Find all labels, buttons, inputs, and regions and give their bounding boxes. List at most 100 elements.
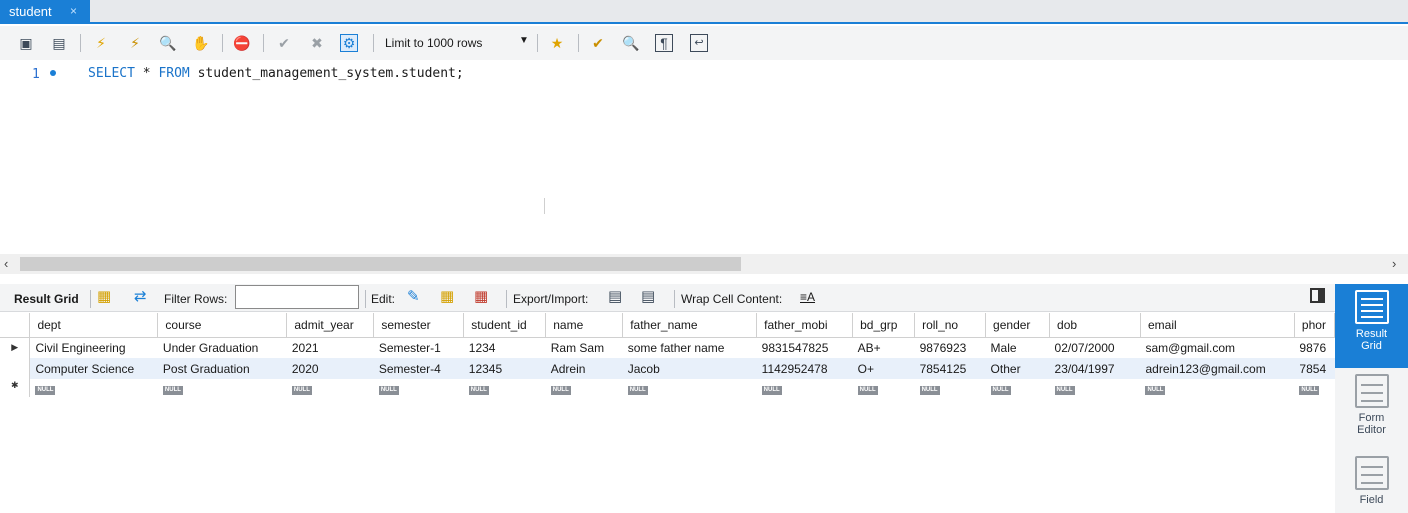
scrollbar-thumb[interactable] <box>20 257 741 271</box>
beautify-icon[interactable]: ✔ <box>589 34 607 52</box>
form-editor-button[interactable]: Form Editor <box>1335 372 1408 444</box>
rollback-icon[interactable]: ✖ <box>308 34 326 52</box>
table-cell[interactable]: AB+ <box>853 337 915 358</box>
column-header[interactable]: name <box>545 313 624 338</box>
table-cell[interactable]: sam@gmail.com <box>1140 337 1294 358</box>
table-cell[interactable]: 7854125 <box>914 358 986 379</box>
table-cell[interactable]: Ram Sam <box>546 337 623 358</box>
beautify-star-icon[interactable]: ★ <box>548 34 566 52</box>
null-cell[interactable]: NULL <box>853 379 915 397</box>
null-cell[interactable]: NULL <box>464 379 546 397</box>
sql-statement[interactable]: SELECT * FROM student_management_system.… <box>88 66 464 81</box>
close-icon[interactable]: × <box>70 4 77 18</box>
column-header[interactable]: roll_no <box>914 313 987 338</box>
new-row[interactable]: ✱ NULL NULL NULL NULL NULL NULL NULL NUL… <box>0 379 1335 397</box>
column-header[interactable]: father_name <box>622 313 758 338</box>
result-grid-button[interactable]: Result Grid <box>1335 284 1408 368</box>
stop-icon[interactable]: ✋ <box>192 34 210 52</box>
editor-horizontal-scrollbar[interactable]: ‹ › <box>0 254 1408 274</box>
table-cell[interactable]: Civil Engineering <box>30 337 158 358</box>
toggle-error-icon[interactable]: ⛔ <box>233 34 251 52</box>
current-row-icon[interactable]: ▶ <box>0 337 31 358</box>
explain-icon[interactable]: 🔍 <box>159 34 177 52</box>
table-cell[interactable]: 2021 <box>287 337 374 358</box>
table-cell[interactable]: some father name <box>623 337 757 358</box>
wrap-cell-icon[interactable]: ≡A <box>800 291 815 303</box>
chevron-down-icon[interactable]: ▼ <box>519 35 529 46</box>
table-cell[interactable]: 1142952478 <box>756 358 853 379</box>
chevron-right-icon[interactable]: › <box>1392 256 1396 271</box>
column-header[interactable]: dob <box>1049 313 1141 338</box>
wrap-icon[interactable]: ↩ <box>690 34 708 52</box>
null-cell[interactable]: NULL <box>915 379 986 397</box>
grid-layout-icon[interactable]: ▦ <box>97 289 111 304</box>
delete-row-icon[interactable]: ▦ <box>474 289 488 304</box>
table-cell[interactable]: 9876923 <box>915 337 986 358</box>
column-header[interactable]: email <box>1140 313 1295 338</box>
table-cell[interactable]: 1234 <box>464 337 546 358</box>
null-cell[interactable]: NULL <box>287 379 374 397</box>
execute-icon[interactable]: ⚡ <box>92 34 110 52</box>
table-cell[interactable]: 9831547825 <box>757 337 853 358</box>
table-cell[interactable]: Post Graduation <box>157 358 287 379</box>
table-cell[interactable]: Male <box>986 337 1050 358</box>
execute-current-icon[interactable]: ⚡ <box>126 34 144 52</box>
table-row[interactable]: Computer Science Post Graduation 2020 Se… <box>0 358 1335 379</box>
open-folder-icon[interactable]: ▣ <box>17 34 35 52</box>
table-cell[interactable]: Semester-4 <box>373 358 464 379</box>
column-header[interactable]: phor <box>1294 313 1335 338</box>
column-header[interactable]: gender <box>985 313 1051 338</box>
null-cell[interactable]: NULL <box>30 379 158 397</box>
table-cell[interactable]: 2020 <box>286 358 374 379</box>
table-cell[interactable]: Semester-1 <box>374 337 464 358</box>
column-header[interactable]: semester <box>373 313 465 338</box>
filter-rows-input[interactable] <box>235 285 359 309</box>
autocommit-icon[interactable]: ⚙ <box>340 34 358 52</box>
column-header[interactable]: dept <box>29 313 159 338</box>
commit-icon[interactable]: ✔ <box>275 34 293 52</box>
table-cell[interactable]: Computer Science <box>29 358 158 379</box>
null-cell[interactable]: NULL <box>986 379 1050 397</box>
find-icon[interactable]: 🔍 <box>622 34 640 52</box>
save-icon[interactable]: ▤ <box>50 34 68 52</box>
column-header[interactable]: course <box>157 313 288 338</box>
edit-row-icon[interactable]: ✎ <box>407 289 420 304</box>
refresh-icon[interactable]: ⇄ <box>134 289 147 304</box>
table-cell[interactable]: 9876 <box>1294 337 1334 358</box>
column-header[interactable]: bd_grp <box>852 313 916 338</box>
null-cell[interactable]: NULL <box>158 379 287 397</box>
table-cell[interactable]: 12345 <box>463 358 546 379</box>
add-row-icon[interactable]: ▦ <box>440 289 454 304</box>
invisible-chars-icon[interactable]: ¶ <box>655 34 673 52</box>
table-cell[interactable]: 02/07/2000 <box>1050 337 1141 358</box>
column-header[interactable]: father_mobi <box>756 313 854 338</box>
new-row-icon[interactable]: ✱ <box>0 379 31 397</box>
null-cell[interactable]: NULL <box>1140 379 1294 397</box>
null-cell[interactable]: NULL <box>1294 379 1334 397</box>
import-icon[interactable]: ▤ <box>641 289 655 304</box>
row-header[interactable] <box>0 358 31 379</box>
table-cell[interactable]: Jacob <box>622 358 757 379</box>
null-cell[interactable]: NULL <box>623 379 757 397</box>
null-cell[interactable]: NULL <box>1050 379 1141 397</box>
table-row[interactable]: ▶ Civil Engineering Under Graduation 202… <box>0 337 1335 358</box>
table-cell[interactable]: Under Graduation <box>158 337 287 358</box>
null-cell[interactable]: NULL <box>757 379 853 397</box>
limit-rows-select[interactable]: Limit to 1000 rows <box>385 36 482 50</box>
table-cell[interactable]: O+ <box>852 358 915 379</box>
table-cell[interactable]: adrein123@gmail.com <box>1140 358 1295 379</box>
tab-student[interactable]: student × <box>0 0 90 24</box>
column-header[interactable]: student_id <box>463 313 547 338</box>
table-cell[interactable]: 23/04/1997 <box>1049 358 1141 379</box>
column-header[interactable]: admit_year <box>286 313 375 338</box>
sql-editor[interactable]: 1 SELECT * FROM student_management_syste… <box>0 60 1408 254</box>
table-cell[interactable]: Other <box>985 358 1050 379</box>
null-cell[interactable]: NULL <box>546 379 623 397</box>
export-icon[interactable]: ▤ <box>608 289 622 304</box>
table-cell[interactable]: Adrein <box>545 358 623 379</box>
chevron-left-icon[interactable]: ‹ <box>4 256 8 271</box>
null-cell[interactable]: NULL <box>374 379 464 397</box>
toggle-side-panel-icon[interactable] <box>1310 288 1325 303</box>
field-types-button[interactable]: Field <box>1335 454 1408 513</box>
table-cell[interactable]: 7854 <box>1294 358 1335 379</box>
